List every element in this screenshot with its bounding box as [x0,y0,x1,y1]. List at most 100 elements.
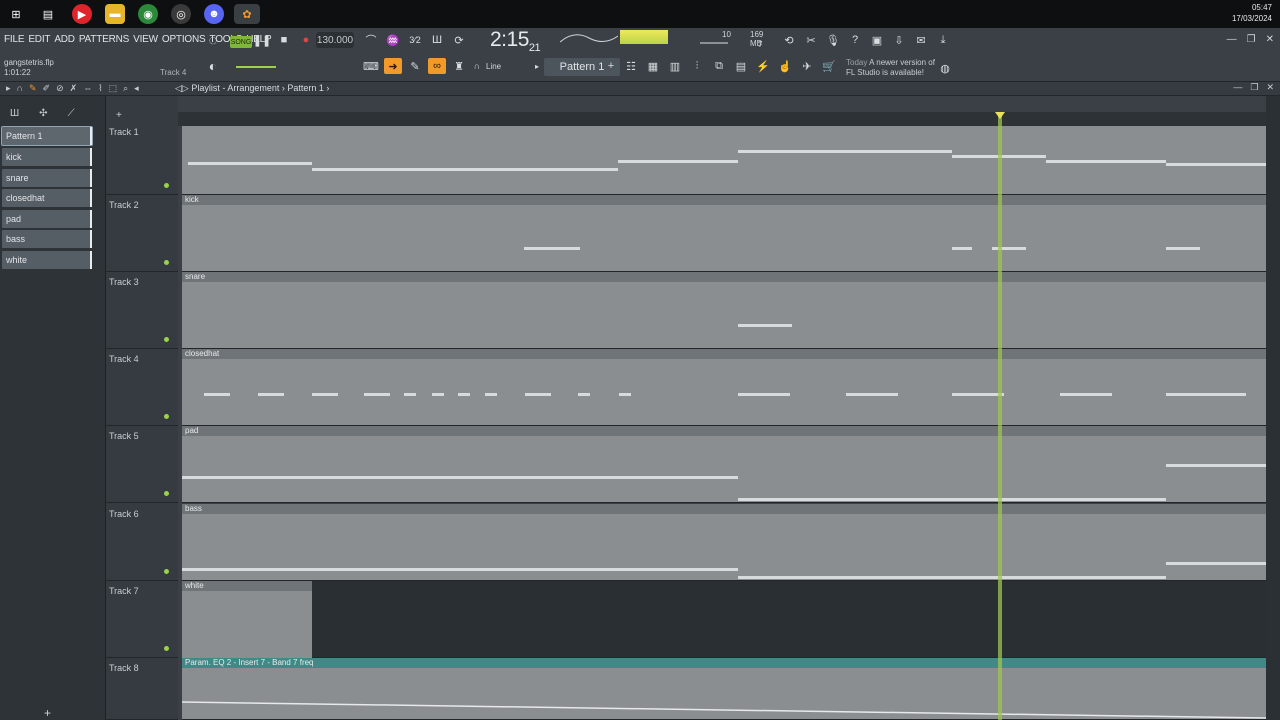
close-icon[interactable]: ✕ [1266,34,1274,45]
channel-rack-icon[interactable]: ▥ [666,58,684,74]
vertical-scrollbar[interactable] [1266,96,1280,720]
pattern-clip[interactable]: kick [182,195,1266,272]
save-icon[interactable]: ▣ [868,32,886,48]
pattern-prev-icon[interactable]: ▸ [532,58,542,74]
picker-automation-icon[interactable]: ⟋ [68,108,75,119]
news-panel[interactable]: Today A newer version of FL Studio is av… [846,58,935,78]
globe-icon[interactable]: ◍ [938,60,952,76]
menu-add[interactable]: ADD [54,34,75,45]
playlist-close-icon[interactable]: ✕ [1266,82,1274,93]
slice-tool-icon[interactable]: ⌇ [98,83,102,94]
fl-studio-icon[interactable]: ✿ [234,4,260,24]
project-picker-icon[interactable]: ▤ [732,58,750,74]
record-icon[interactable]: ● [299,32,313,48]
pattern-clip[interactable]: pad [182,426,1266,503]
mixer-icon[interactable]: ⫶ [688,58,706,74]
add-track-icon[interactable]: + [44,706,51,720]
pattern-clip[interactable] [182,126,1266,195]
picker-item[interactable]: snare [2,169,92,187]
track-mute-led[interactable] [164,260,169,265]
track-mute-led[interactable] [164,183,169,188]
pattern-clip[interactable]: bass [182,504,1266,581]
microphone-icon[interactable]: 🎙 [824,32,842,48]
countdown-icon[interactable]: ♒ [384,32,402,48]
zoom-tool-icon[interactable]: ⌕ [123,83,128,94]
menu-view[interactable]: VIEW [133,34,158,45]
edison-icon[interactable]: ✈ [798,58,816,74]
add-pattern-icon[interactable]: + [606,58,616,74]
playhead-marker-icon[interactable] [995,112,1005,119]
step-edit-icon[interactable]: 3⁄2 [406,32,424,48]
download-icon[interactable]: ⤓ [934,32,952,48]
tools-icon[interactable]: ✂ [802,32,820,48]
stamp-icon[interactable]: ♜ [450,58,468,74]
picker-item[interactable]: closedhat [2,189,92,207]
pattern-clip[interactable]: white [182,581,1266,658]
playback-tool-icon[interactable]: ◂ [134,83,139,94]
track-header[interactable]: Track 3 [106,272,178,349]
arrangement-grid[interactable]: kick snare closedhat pad bass white Para… [178,96,1266,720]
slip-tool-icon[interactable]: ⇔ [83,83,92,94]
pattern-clip[interactable]: closedhat [182,349,1266,426]
touch-controller-icon[interactable]: ☝ [776,58,794,74]
playlist-minimize-icon[interactable]: — [1233,82,1242,93]
task-view-icon[interactable]: ▤ [38,4,58,24]
track-mute-led[interactable] [164,414,169,419]
picker-item[interactable]: bass [2,230,92,248]
keyboard-icon[interactable]: ⌨ [362,58,380,74]
oscilloscope[interactable] [560,30,618,46]
snap-arrow-icon[interactable]: ➜ [384,58,402,74]
master-pitch-slider[interactable] [236,66,276,68]
picker-item[interactable]: Pattern 1 [1,126,93,146]
help-icon[interactable]: ? [846,32,864,48]
track-mute-led[interactable] [164,569,169,574]
magnet-snap-icon[interactable]: ∩ [17,83,23,94]
track-mute-led[interactable] [164,337,169,342]
add-playlist-track-icon[interactable]: + [116,110,122,121]
browser-icon[interactable]: ⧉ [710,58,728,74]
obs-icon[interactable]: ◎ [171,4,191,24]
pencil-icon[interactable]: ✎ [406,58,424,74]
mute-tool-icon[interactable]: ✗ [70,83,78,94]
playlist-icon[interactable]: ☷ [622,58,640,74]
picker-item[interactable]: kick [2,148,92,166]
playlist-menu-arrow-icon[interactable]: ▸ [6,83,11,94]
menu-file[interactable]: FILE [4,34,25,45]
youtube-icon[interactable]: ▶ [72,4,92,24]
automation-curve[interactable] [182,668,1266,720]
picker-patterns-icon[interactable]: Ш [10,108,19,119]
render-icon[interactable]: ⇩ [890,32,908,48]
minimize-icon[interactable]: — [1227,34,1237,45]
master-volume-knob-icon[interactable]: ◐ [204,58,222,74]
select-tool-icon[interactable]: ⬚ [109,83,118,94]
wait-for-input-icon[interactable]: ⌒ [362,32,380,48]
chat-icon[interactable]: ✉ [912,32,930,48]
playlist-pattern[interactable]: Pattern 1 [287,83,324,93]
pattern-clip[interactable]: snare [182,272,1266,349]
playlist-restore-icon[interactable]: ❐ [1250,82,1258,93]
menu-patterns[interactable]: PATTERNS [79,34,129,45]
restore-icon[interactable]: ❐ [1247,34,1256,45]
chrome-icon[interactable]: ◉ [138,4,158,24]
menu-edit[interactable]: EDIT [28,34,50,45]
magnet-icon[interactable]: ∩ [470,58,484,74]
playhead-line[interactable] [998,116,1002,720]
picker-audio-icon[interactable]: ✣ [39,108,47,119]
pause-icon[interactable]: ❚❚ [253,32,271,48]
song-time-display[interactable]: 2:1521 [490,28,541,54]
blend-notes-icon[interactable]: Ш [428,32,446,48]
paint-tool-icon[interactable]: ✐ [43,83,51,94]
track-mute-led[interactable] [164,646,169,651]
track-header[interactable]: Track 6 [106,504,178,581]
timeline-ruler[interactable] [178,112,1266,126]
picker-item[interactable]: white [2,251,92,269]
track-header[interactable]: Track 2 [106,195,178,272]
windows-icon[interactable]: ⊞ [6,4,26,24]
song-mode-toggle[interactable]: SONG [230,36,252,48]
link-icon[interactable]: ∞ [428,58,446,74]
tempo-display[interactable]: 130.000 [316,32,354,48]
menu-options[interactable]: OPTIONS [162,34,206,45]
loop-record-icon[interactable]: ⟳ [450,32,468,48]
system-clock[interactable]: 05:47 17/03/2024 [1232,2,1272,24]
delete-tool-icon[interactable]: ⊘ [56,83,64,94]
